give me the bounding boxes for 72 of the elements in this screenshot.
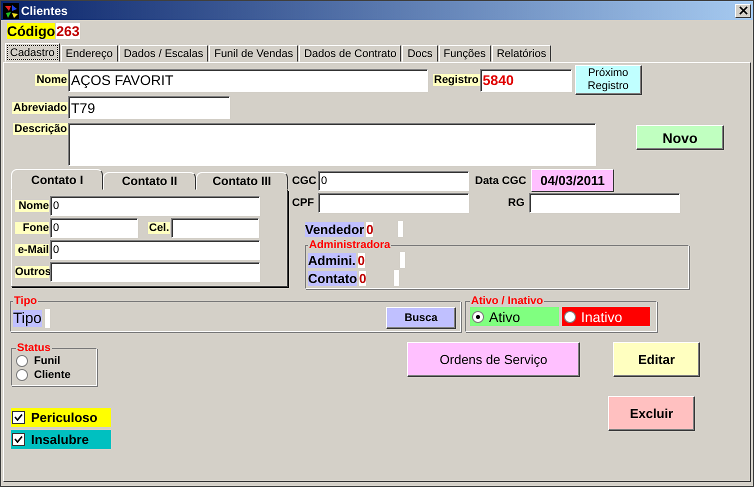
field-label: Nome xyxy=(35,74,68,86)
ordens-button[interactable]: Ordens de Serviço xyxy=(407,342,580,377)
value-field[interactable] xyxy=(398,221,404,237)
input-field[interactable]: 0 xyxy=(50,240,260,260)
field-value: 0 xyxy=(358,252,365,268)
close-button[interactable] xyxy=(735,4,751,18)
value-field[interactable] xyxy=(394,270,400,286)
input-field[interactable]: 5840 xyxy=(480,68,572,92)
field-label: Fone xyxy=(15,222,49,234)
checkbox[interactable]: Periculoso xyxy=(11,408,111,427)
field-label: CGC xyxy=(291,174,318,186)
tab[interactable]: Cadastro xyxy=(5,43,60,62)
tab[interactable]: Funil de Vendas xyxy=(209,45,298,62)
checkbox[interactable]: Insalubre xyxy=(11,430,111,449)
field-label: Outros xyxy=(15,266,49,278)
check-icon xyxy=(14,413,23,422)
vendedor-label: Vendedor xyxy=(305,222,364,236)
group-title: Ativo / Inativo xyxy=(470,295,544,307)
radio-option[interactable]: Funil xyxy=(16,354,92,368)
excluir-button[interactable]: Excluir xyxy=(608,396,695,431)
radio-option[interactable]: Ativo xyxy=(470,307,559,326)
input-field[interactable] xyxy=(50,262,260,282)
radio-option[interactable]: Inativo xyxy=(562,307,650,326)
field-label: Descrição xyxy=(13,123,68,135)
field-value: 0 xyxy=(359,270,366,286)
vendedor-value: 0 xyxy=(366,222,374,236)
field-label: Abreviado xyxy=(12,102,68,114)
tipo-label: Tipo xyxy=(13,310,42,326)
description-field[interactable] xyxy=(68,123,596,166)
tab[interactable]: Dados de Contrato xyxy=(299,45,402,62)
radio-option[interactable]: Cliente xyxy=(16,368,92,382)
novo-button[interactable]: Novo xyxy=(636,125,724,150)
field-label: Admini. xyxy=(308,252,356,268)
field-label: Cel. xyxy=(148,222,170,234)
codigo-value: 263 xyxy=(56,23,80,39)
input-field[interactable]: AÇOS FAVORIT xyxy=(68,68,428,92)
date-field[interactable]: 04/03/2011 xyxy=(531,169,614,192)
input-field[interactable] xyxy=(318,193,469,213)
field-label: e-Mail xyxy=(15,244,49,256)
tab[interactable]: Contato II xyxy=(103,172,196,190)
input-field[interactable]: T79 xyxy=(68,96,230,119)
group-title: Administradora xyxy=(308,239,392,251)
tab[interactable]: Dados / Escalas xyxy=(118,45,208,62)
app-icon xyxy=(3,2,19,18)
field-label: CPF xyxy=(291,197,315,209)
field-label: RG xyxy=(507,197,526,209)
tab[interactable]: Relatórios xyxy=(492,45,552,62)
codigo-label: Código xyxy=(7,23,56,39)
group-title: Tipo xyxy=(13,295,38,307)
value-field[interactable] xyxy=(44,308,50,328)
input-field[interactable]: 0 xyxy=(50,196,260,216)
tab[interactable]: Funções xyxy=(438,45,491,62)
input-field[interactable] xyxy=(528,193,680,213)
input-field[interactable] xyxy=(171,218,260,238)
field-label: Data CGC xyxy=(474,174,528,186)
next-record-button[interactable]: Próximo Registro xyxy=(574,65,642,95)
busca-button[interactable]: Busca xyxy=(386,307,456,329)
field-label: Contato xyxy=(308,270,358,286)
tab[interactable]: Endereço xyxy=(60,45,118,62)
input-field[interactable]: 0 xyxy=(318,170,469,190)
tab[interactable]: Contato I xyxy=(11,169,104,190)
tab[interactable]: Contato III xyxy=(196,172,288,190)
input-field[interactable]: 0 xyxy=(50,218,138,238)
check-icon xyxy=(14,435,23,444)
close-icon xyxy=(738,6,748,15)
group-title: Status xyxy=(16,342,52,354)
editar-button[interactable]: Editar xyxy=(613,342,700,377)
field-label: Registro xyxy=(433,74,480,86)
value-field[interactable] xyxy=(400,252,405,268)
field-label: Nome xyxy=(15,200,49,212)
window-title: Clientes xyxy=(21,4,68,18)
tab[interactable]: Docs xyxy=(402,45,438,62)
